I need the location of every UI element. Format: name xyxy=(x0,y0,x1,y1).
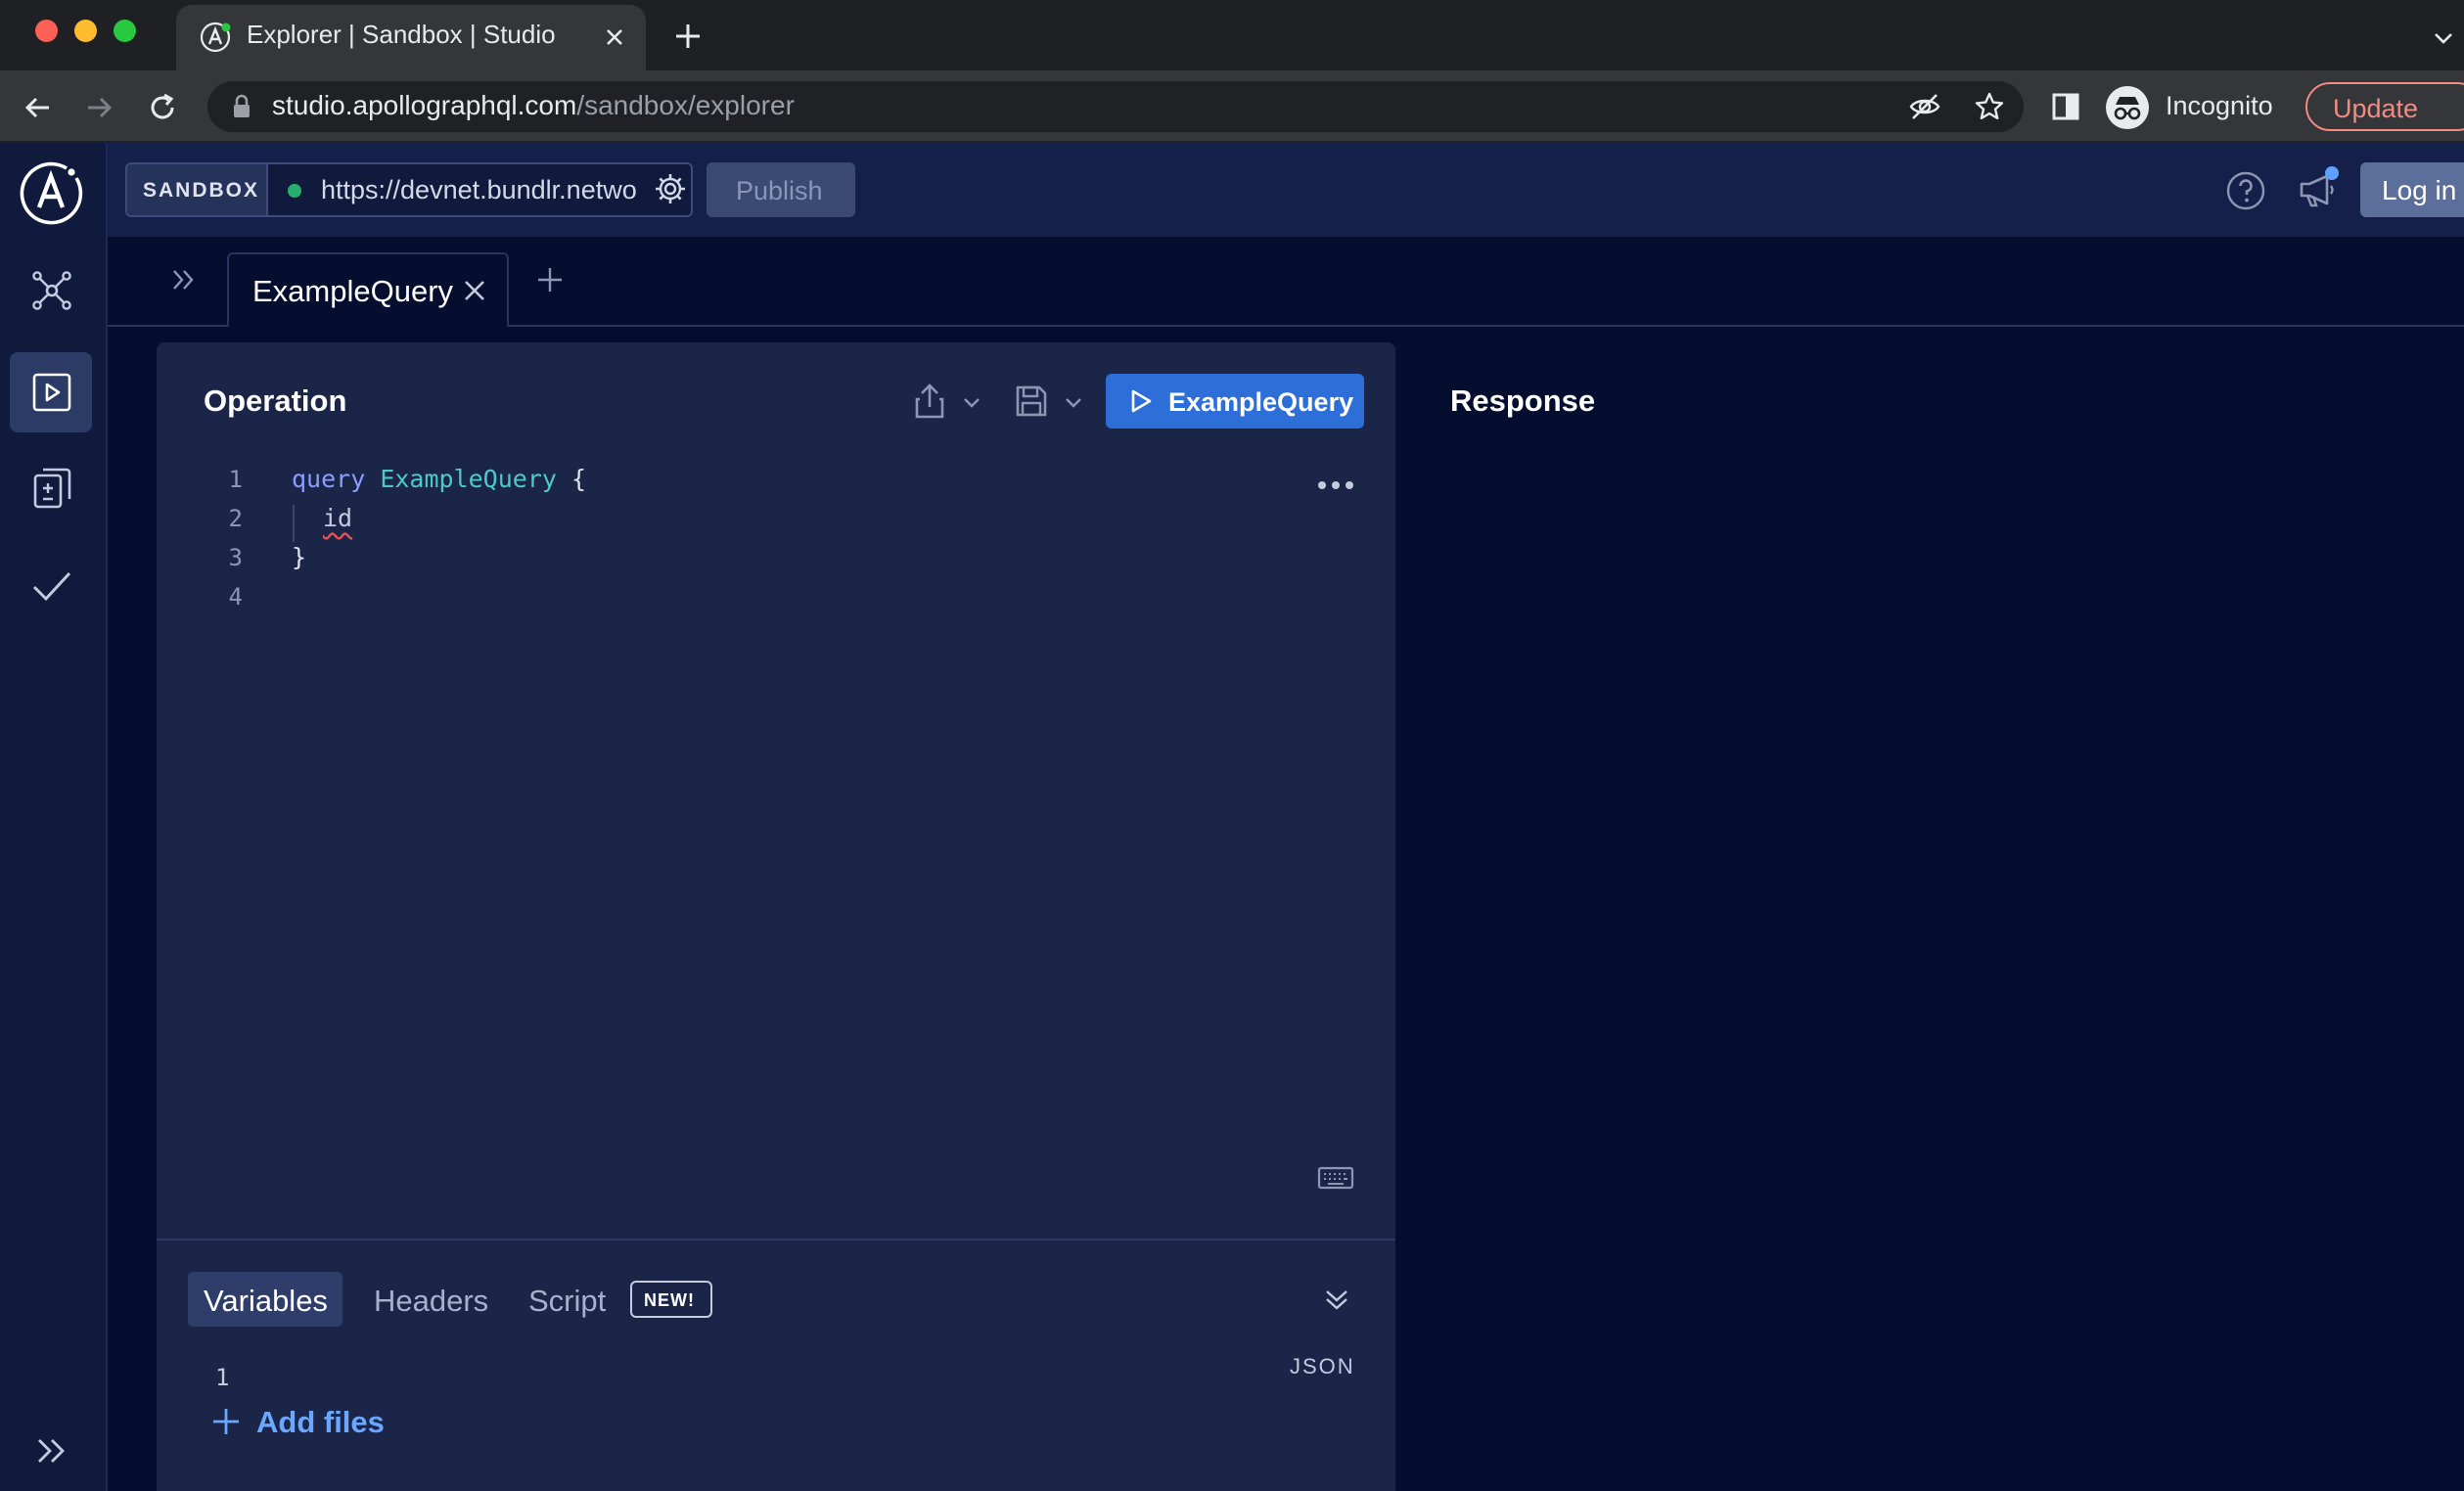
new-tab-icon[interactable] xyxy=(673,22,703,51)
log-in-button[interactable]: Log in xyxy=(2360,162,2464,217)
publish-button[interactable]: Publish xyxy=(707,162,855,217)
share-chevron-down-icon[interactable] xyxy=(961,391,982,413)
back-arrow-icon[interactable] xyxy=(20,90,55,125)
line-number: 1 xyxy=(228,466,243,493)
operation-editor[interactable] xyxy=(157,450,1395,1239)
tab-close-icon[interactable] xyxy=(462,278,487,303)
expand-sidebar-icon[interactable] xyxy=(29,1428,74,1473)
add-files-button[interactable]: Add files xyxy=(256,1405,385,1440)
add-tab-plus-icon[interactable] xyxy=(536,266,564,294)
lock-icon[interactable] xyxy=(231,94,252,119)
line-number: 2 xyxy=(228,505,243,532)
tab-variables-label: Variables xyxy=(204,1284,328,1318)
line-number: 4 xyxy=(228,583,243,610)
indent-guide xyxy=(293,505,295,542)
apollo-favicon-icon xyxy=(200,22,231,53)
changelog-icon[interactable] xyxy=(29,466,74,511)
notification-dot xyxy=(2325,166,2339,180)
reload-icon[interactable] xyxy=(145,90,180,125)
code-line-3[interactable]: } xyxy=(292,543,306,571)
tab-label: ExampleQuery xyxy=(252,274,454,308)
window-minimize-button[interactable] xyxy=(74,20,97,42)
update-button[interactable]: Update xyxy=(2305,82,2464,131)
incognito-label[interactable]: Incognito xyxy=(2166,91,2273,121)
save-icon[interactable] xyxy=(1014,384,1049,419)
run-query-label: ExampleQuery xyxy=(1168,387,1354,417)
incognito-icon[interactable] xyxy=(2106,86,2149,129)
tab-close-icon[interactable] xyxy=(601,23,628,51)
eye-off-icon[interactable] xyxy=(1908,90,1941,123)
side-panel-icon[interactable] xyxy=(2051,92,2080,121)
connection-status-dot xyxy=(288,184,301,198)
code-field-error: id xyxy=(323,504,353,532)
code-brace: { xyxy=(571,465,587,493)
window-zoom-button[interactable] xyxy=(114,20,136,42)
play-icon xyxy=(1127,387,1155,415)
panel-divider xyxy=(157,1239,1395,1241)
json-format-label: JSON xyxy=(1290,1354,1355,1378)
save-chevron-down-icon[interactable] xyxy=(1063,391,1084,413)
keyboard-shortcuts-icon[interactable] xyxy=(1317,1166,1354,1190)
endpoint-url-input[interactable]: https://devnet.bundlr.network/graphql xyxy=(321,175,636,205)
browser-tab-title: Explorer | Sandbox | Studio xyxy=(247,20,556,49)
tab-search-chevron-icon[interactable] xyxy=(2429,23,2458,53)
apollo-logo-icon[interactable] xyxy=(18,158,84,225)
window-close-button[interactable] xyxy=(35,20,58,42)
tab-script[interactable]: Script xyxy=(528,1284,606,1319)
variables-line-number: 1 xyxy=(215,1364,230,1391)
url-text[interactable]: studio.apollographql.com/sandbox/explore… xyxy=(272,90,795,121)
help-icon[interactable] xyxy=(2225,170,2266,211)
schema-icon[interactable] xyxy=(29,268,74,313)
sandbox-badge: SANDBOX xyxy=(125,162,268,217)
tab-headers[interactable]: Headers xyxy=(374,1284,488,1319)
plus-icon xyxy=(211,1407,241,1436)
collapse-chevrons-down-icon[interactable] xyxy=(1321,1284,1352,1315)
forward-arrow-icon[interactable] xyxy=(82,90,117,125)
new-badge: NEW! xyxy=(630,1281,712,1318)
code-line-1[interactable]: query ExampleQuery { xyxy=(292,465,586,493)
expand-documentation-icon[interactable] xyxy=(168,264,200,295)
url-host: studio.apollographql.com xyxy=(272,90,577,120)
line-number: 3 xyxy=(228,544,243,571)
response-heading: Response xyxy=(1450,384,1596,418)
url-path: /sandbox/explorer xyxy=(576,90,795,120)
code-operation-name: ExampleQuery xyxy=(380,465,557,493)
code-keyword: query xyxy=(292,465,366,493)
more-options-icon[interactable] xyxy=(1315,477,1356,493)
operation-heading: Operation xyxy=(204,384,347,418)
connection-settings-gear-icon[interactable] xyxy=(654,172,687,205)
share-icon[interactable] xyxy=(912,382,947,421)
checks-icon[interactable] xyxy=(29,564,74,609)
explorer-icon[interactable] xyxy=(29,370,74,415)
code-line-2[interactable]: id xyxy=(323,504,352,532)
bookmark-star-icon[interactable] xyxy=(1973,90,2006,123)
